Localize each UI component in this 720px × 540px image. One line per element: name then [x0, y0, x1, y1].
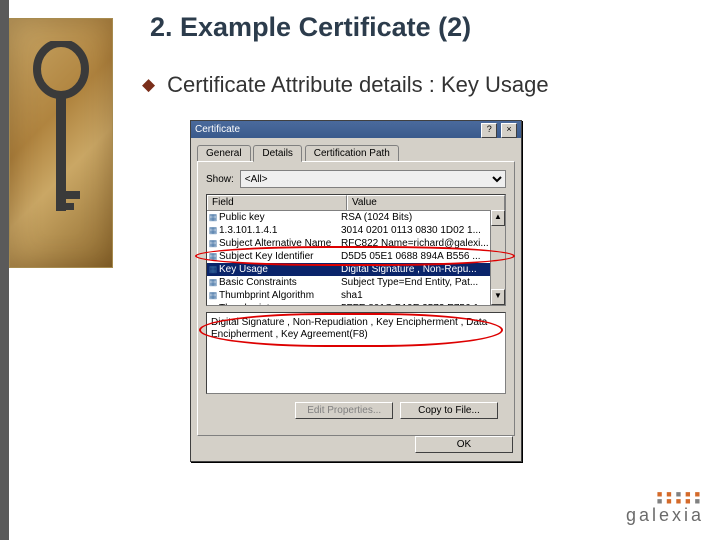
table-row[interactable]: ▦Thumbprint Algorithmsha1 — [207, 289, 505, 302]
row-field: Thumbprint Algorithm — [219, 290, 341, 301]
row-value: RFC822 Name=richard@galexi... — [341, 238, 505, 249]
slide-title: 2. Example Certificate (2) — [150, 12, 471, 43]
field-icon: ▦ — [207, 303, 219, 306]
detail-textbox[interactable]: Digital Signature , Non-Repudiation , Ke… — [206, 312, 506, 394]
scroll-up-button[interactable]: ▲ — [491, 210, 505, 226]
detail-text: Digital Signature , Non-Repudiation , Ke… — [211, 317, 487, 340]
tab-certification-path[interactable]: Certification Path — [305, 145, 399, 161]
tab-details[interactable]: Details — [253, 145, 302, 162]
logo-dots-icon: ■■■■■ ■■■■■ — [626, 491, 704, 505]
field-icon: ▦ — [207, 238, 219, 249]
bullet-diamond-icon: ◆ — [142, 75, 155, 94]
logo: ■■■■■ ■■■■■ galexia — [626, 491, 704, 526]
edit-properties-button[interactable]: Edit Properties... — [295, 402, 393, 419]
row-field: Subject Key Identifier — [219, 251, 341, 262]
page-number: 9 — [14, 517, 21, 532]
ok-button[interactable]: OK — [415, 436, 513, 453]
row-value: RSA (1024 Bits) — [341, 212, 505, 223]
row-field: 1.3.101.1.4.1 — [219, 225, 341, 236]
field-icon: ▦ — [207, 225, 219, 236]
show-label: Show: — [206, 174, 234, 185]
close-button[interactable]: × — [501, 123, 517, 138]
show-select[interactable]: <All> — [240, 170, 506, 188]
row-field: Thumbprint — [219, 303, 341, 306]
row-field: Key Usage — [219, 264, 341, 275]
bullet-text: Certificate Attribute details : Key Usag… — [167, 72, 549, 97]
field-icon: ▦ — [207, 277, 219, 288]
slide-bullet: ◆ Certificate Attribute details : Key Usa… — [142, 72, 549, 98]
table-row[interactable]: ▦Subject Key IdentifierD5D5 05E1 0688 89… — [207, 250, 505, 263]
table-row[interactable]: ▦Thumbprint5FFE 801C B19E 2573 E756 1... — [207, 302, 505, 306]
table-row[interactable]: ▦Key UsageDigital Signature , Non-Repu..… — [207, 263, 505, 276]
field-icon: ▦ — [207, 212, 219, 223]
table-row[interactable]: ▦Public keyRSA (1024 Bits) — [207, 211, 505, 224]
details-pane: Show: <All> Field Value ▦Public keyRSA (… — [197, 161, 515, 436]
dialog-titlebar[interactable]: Certificate ? × — [191, 121, 521, 138]
table-row[interactable]: ▦Basic ConstraintsSubject Type=End Entit… — [207, 276, 505, 289]
row-value: sha1 — [341, 290, 505, 301]
key-decorative-image — [9, 18, 113, 268]
table-row[interactable]: ▦1.3.101.1.4.13014 0201 0113 0830 1D02 1… — [207, 224, 505, 237]
col-header-field[interactable]: Field — [207, 195, 347, 210]
table-row[interactable]: ▦Subject Alternative NameRFC822 Name=ric… — [207, 237, 505, 250]
row-field: Public key — [219, 212, 341, 223]
field-icon: ▦ — [207, 290, 219, 301]
field-list[interactable]: Field Value ▦Public keyRSA (1024 Bits)▦1… — [206, 194, 506, 306]
row-value: 3014 0201 0113 0830 1D02 1... — [341, 225, 505, 236]
dialog-title: Certificate — [195, 121, 240, 138]
row-value: Subject Type=End Entity, Pat... — [341, 277, 505, 288]
help-button[interactable]: ? — [481, 123, 497, 138]
logo-text: galexia — [626, 505, 704, 526]
field-icon: ▦ — [207, 264, 219, 275]
dialog-tabs: General Details Certification Path — [191, 138, 521, 161]
row-field: Basic Constraints — [219, 277, 341, 288]
scroll-down-button[interactable]: ▼ — [491, 289, 505, 305]
row-value: D5D5 05E1 0688 894A B556 ... — [341, 251, 505, 262]
list-scrollbar[interactable]: ▲ ▼ — [490, 210, 505, 305]
copy-to-file-button[interactable]: Copy to File... — [400, 402, 498, 419]
row-field: Subject Alternative Name — [219, 238, 341, 249]
key-icon — [26, 41, 96, 241]
col-header-value[interactable]: Value — [347, 195, 505, 210]
row-value: Digital Signature , Non-Repu... — [341, 264, 505, 275]
field-icon: ▦ — [207, 251, 219, 262]
left-stripe — [0, 0, 9, 540]
row-value: 5FFE 801C B19E 2573 E756 1... — [341, 303, 505, 306]
certificate-dialog: Certificate ? × General Details Certific… — [190, 120, 522, 462]
tab-general[interactable]: General — [197, 145, 251, 161]
